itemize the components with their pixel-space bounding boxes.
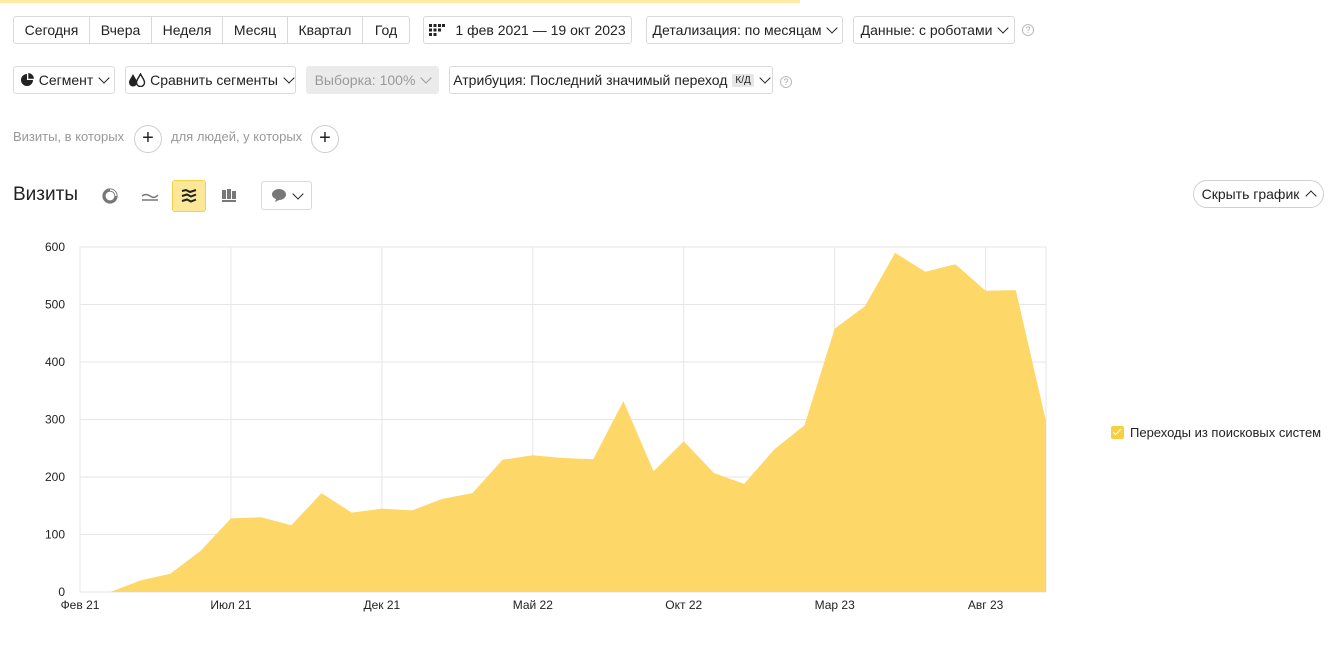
drops-icon: [129, 73, 146, 87]
sample-label: Выборка: 100%: [314, 72, 416, 88]
y-tick-label: 500: [45, 298, 65, 312]
hide-chart-button[interactable]: Скрыть график: [1193, 180, 1324, 208]
period-year[interactable]: Год: [363, 16, 410, 44]
chevron-down-icon: [997, 22, 1010, 34]
x-tick-label: Июл 21: [210, 598, 251, 612]
date-range-label: 1 фев 2021 — 19 окт 2023: [455, 22, 626, 38]
people-filter-label: для людей, у которых: [171, 129, 303, 144]
calendar-icon: [429, 24, 446, 36]
bar-chart-icon[interactable]: [212, 180, 246, 212]
compare-segments-label: Сравнить сегменты: [150, 72, 278, 88]
x-tick-label: Мар 23: [815, 598, 855, 612]
x-axis-ticks: Фев 21 Июл 21 Дек 21 Май 22 Окт 22 Мар 23 Авг …: [61, 598, 1004, 612]
help-icon[interactable]: ?: [1022, 24, 1034, 36]
chevron-down-icon: [826, 22, 839, 34]
legend-label: Переходы из поисковых систем: [1130, 425, 1322, 440]
y-tick-label: 0: [58, 585, 65, 599]
chevron-down-icon: [420, 72, 433, 84]
y-tick-label: 600: [45, 240, 65, 254]
legend-item-search[interactable]: Переходы из поисковых систем: [1111, 425, 1321, 440]
attribution-dropdown[interactable]: Атрибуция: Последний значимый переход К/…: [449, 66, 773, 94]
attribution-badge: К/Д: [732, 73, 754, 87]
y-tick-label: 100: [45, 528, 65, 542]
y-tick-label: 200: [45, 470, 65, 484]
x-tick-label: Авг 23: [968, 598, 1004, 612]
pie-segment-icon: [20, 73, 34, 86]
period-week[interactable]: Неделя: [152, 16, 223, 44]
period-selector: Сегодня Вчера Неделя Месяц Квартал Год: [13, 16, 410, 44]
area-chart-icon[interactable]: [172, 180, 206, 212]
segment-label: Сегмент: [38, 72, 94, 88]
add-visit-filter-button[interactable]: +: [134, 125, 162, 153]
detail-dropdown[interactable]: Детализация: по месяцам: [646, 16, 843, 44]
top-accent-line: [0, 0, 800, 3]
y-tick-label: 400: [45, 355, 65, 369]
detail-label: Детализация: по месяцам: [652, 22, 822, 38]
data-mode-dropdown[interactable]: Данные: с роботами: [853, 16, 1015, 44]
visits-area-chart: 0 100 200 300 400 500 600 Фев 21 Июл 21 Дек 21 Ма…: [45, 240, 1047, 612]
compare-segments-dropdown[interactable]: Сравнить сегменты: [125, 66, 296, 94]
visits-filter-label: Визиты, в которых: [13, 129, 125, 144]
period-today[interactable]: Сегодня: [13, 16, 90, 44]
hide-chart-label: Скрыть график: [1201, 186, 1300, 202]
comment-icon: [272, 189, 286, 202]
segment-dropdown[interactable]: Сегмент: [13, 66, 115, 94]
period-month[interactable]: Месяц: [223, 16, 288, 44]
help-icon[interactable]: ?: [780, 76, 792, 88]
period-yesterday[interactable]: Вчера: [90, 16, 152, 44]
chart-title: Визиты: [13, 184, 78, 205]
chevron-down-icon: [759, 72, 771, 84]
pie-chart-icon[interactable]: [93, 180, 127, 212]
y-tick-label: 300: [45, 413, 65, 427]
area-series-search[interactable]: [80, 252, 1046, 593]
date-range-button[interactable]: 1 фев 2021 — 19 окт 2023: [423, 16, 632, 44]
data-mode-label: Данные: с роботами: [860, 22, 993, 38]
add-people-filter-button[interactable]: +: [311, 125, 339, 153]
line-chart-icon[interactable]: [133, 180, 167, 212]
chevron-down-icon: [98, 72, 110, 84]
attribution-label: Атрибуция: Последний значимый переход: [453, 72, 728, 88]
x-tick-label: Май 22: [513, 598, 554, 612]
comment-dropdown[interactable]: [261, 181, 312, 210]
period-quarter[interactable]: Квартал: [288, 16, 363, 44]
x-tick-label: Дек 21: [364, 598, 401, 612]
chevron-up-icon: [1305, 190, 1318, 202]
sample-dropdown[interactable]: Выборка: 100%: [306, 66, 439, 94]
chevron-down-icon: [292, 187, 304, 200]
x-tick-label: Окт 22: [665, 598, 702, 612]
legend-checkbox-icon[interactable]: [1111, 426, 1124, 439]
x-tick-label: Фев 21: [61, 598, 100, 612]
chevron-down-icon: [283, 72, 295, 84]
y-axis-ticks: 0 100 200 300 400 500 600: [45, 240, 65, 599]
